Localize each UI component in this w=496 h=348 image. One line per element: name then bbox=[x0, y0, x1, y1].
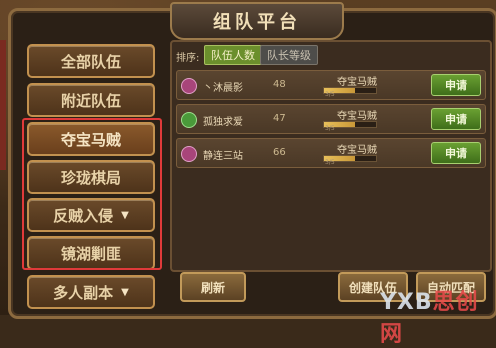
team-goal: 夺宝马贼 bbox=[337, 77, 377, 88]
team-row: 静连三站 66 夺宝马贼 3/5 申请 bbox=[176, 138, 486, 168]
refresh-button-label: 刷新 bbox=[200, 280, 225, 295]
team-size-count: 3/5 bbox=[325, 91, 335, 98]
sort-tab-label: 队伍人数 bbox=[211, 49, 255, 62]
refresh-button[interactable]: 刷新 bbox=[180, 272, 246, 302]
class-emblem-icon bbox=[181, 112, 197, 128]
sort-tab-team-size[interactable]: 队伍人数 bbox=[204, 45, 262, 65]
team-row: 丶沐晨影 48 夺宝马贼 3/5 申请 bbox=[176, 70, 486, 100]
sidebar-item-label: 夺宝马贼 bbox=[60, 130, 121, 149]
expand-arrow-icon: ▼ bbox=[121, 209, 129, 221]
apply-button-label: 申请 bbox=[445, 79, 467, 92]
leader-level: 47 bbox=[273, 113, 286, 124]
team-goal: 夺宝马贼 bbox=[337, 145, 377, 156]
team-list-panel: 排序: 队伍人数 队长等级 丶沐晨影 48 夺宝马贼 3/5 申请 孤独求爱 4… bbox=[170, 40, 492, 272]
leader-name: 丶沐晨影 bbox=[203, 83, 243, 94]
apply-button-label: 申请 bbox=[445, 113, 467, 126]
sidebar-item-nearby-teams[interactable]: 附近队伍 bbox=[27, 83, 155, 117]
sidebar-item-rebel-invasion[interactable]: 反贼入侵 ▼ bbox=[27, 198, 155, 232]
apply-button-label: 申请 bbox=[445, 147, 467, 160]
sort-label: 排序: bbox=[176, 53, 200, 64]
sidebar-item-lake-bandits[interactable]: 镜湖剿匪 bbox=[27, 236, 155, 270]
site-watermark: YXB思创网 bbox=[380, 284, 496, 348]
watermark-latin: YXB bbox=[380, 290, 433, 315]
sidebar-item-label: 反贼入侵 bbox=[53, 206, 114, 225]
window-title: 组队平台 bbox=[213, 12, 301, 33]
apply-button[interactable]: 申请 bbox=[431, 108, 481, 130]
class-emblem-icon bbox=[181, 146, 197, 162]
sidebar-item-label: 全部队伍 bbox=[60, 52, 121, 71]
expand-arrow-icon: ▼ bbox=[121, 286, 129, 298]
team-size-count: 3/5 bbox=[325, 159, 335, 166]
team-goal: 夺宝马贼 bbox=[337, 111, 377, 122]
sidebar-item-horse-bandits[interactable]: 夺宝马贼 bbox=[27, 122, 155, 156]
sort-tab-leader-level[interactable]: 队长等级 bbox=[260, 45, 318, 65]
class-emblem-icon bbox=[181, 78, 197, 94]
leader-name: 静连三站 bbox=[203, 151, 243, 162]
sidebar-item-label: 镜湖剿匪 bbox=[60, 244, 121, 263]
sort-tab-label: 队长等级 bbox=[267, 49, 311, 62]
background-pillar bbox=[0, 40, 6, 170]
sidebar-item-label: 多人副本 bbox=[53, 283, 114, 302]
sidebar-item-label: 珍珑棋局 bbox=[60, 168, 121, 187]
team-row: 孤独求爱 47 夺宝马贼 3/5 申请 bbox=[176, 104, 486, 134]
window-title-plate: 组队平台 bbox=[170, 2, 344, 40]
team-size-count: 3/5 bbox=[325, 125, 335, 132]
apply-button[interactable]: 申请 bbox=[431, 74, 481, 96]
sidebar-item-chess-puzzle[interactable]: 珍珑棋局 bbox=[27, 160, 155, 194]
category-sidebar: 全部队伍 附近队伍 夺宝马贼 珍珑棋局 反贼入侵 ▼ 镜湖剿匪 多人副本 ▼ bbox=[22, 40, 162, 315]
apply-button[interactable]: 申请 bbox=[431, 142, 481, 164]
sidebar-item-label: 附近队伍 bbox=[60, 91, 121, 110]
leader-name: 孤独求爱 bbox=[203, 117, 243, 128]
sidebar-item-multi-dungeon[interactable]: 多人副本 ▼ bbox=[27, 275, 155, 309]
leader-level: 66 bbox=[273, 147, 286, 158]
leader-level: 48 bbox=[273, 79, 286, 90]
sidebar-item-all-teams[interactable]: 全部队伍 bbox=[27, 44, 155, 78]
